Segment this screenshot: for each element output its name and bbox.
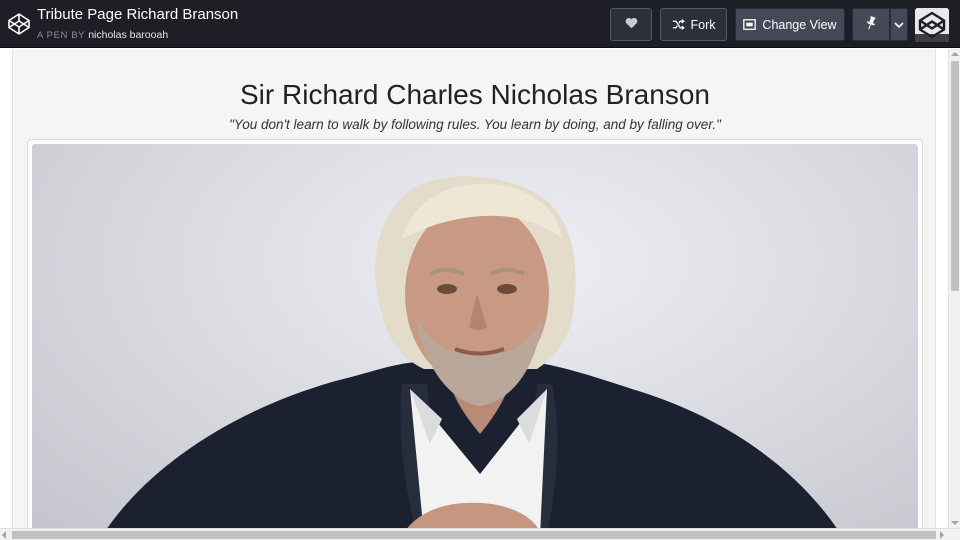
pin-menu-dropdown[interactable] bbox=[890, 8, 908, 41]
heart-icon bbox=[625, 17, 638, 32]
fork-label: Fork bbox=[690, 17, 716, 32]
pin-button[interactable] bbox=[852, 8, 890, 41]
image-thumbnail bbox=[27, 139, 923, 528]
love-button[interactable] bbox=[610, 8, 652, 41]
fork-button[interactable]: Fork bbox=[660, 8, 727, 41]
branson-portrait-image bbox=[32, 144, 918, 528]
tribute-quote: "You don't learn to walk by following ru… bbox=[229, 117, 721, 132]
fork-icon bbox=[672, 19, 685, 30]
codepen-logo-icon[interactable] bbox=[7, 12, 31, 36]
scroll-right-arrow-icon[interactable] bbox=[940, 531, 944, 539]
pen-byline: A PEN BY nicholas barooah bbox=[37, 29, 168, 41]
horizontal-scroll-thumb[interactable] bbox=[12, 531, 936, 539]
chevron-down-icon bbox=[894, 18, 904, 32]
scroll-down-arrow-icon[interactable] bbox=[951, 521, 959, 525]
scroll-left-arrow-icon[interactable] bbox=[2, 531, 6, 539]
change-view-label: Change View bbox=[762, 17, 837, 32]
scroll-up-arrow-icon[interactable] bbox=[951, 52, 959, 56]
tribute-container: Sir Richard Charles Nicholas Branson "Yo… bbox=[12, 49, 936, 528]
pen-preview: Sir Richard Charles Nicholas Branson "Yo… bbox=[0, 49, 948, 528]
page-title: Sir Richard Charles Nicholas Branson bbox=[240, 79, 710, 110]
user-avatar[interactable] bbox=[915, 8, 949, 42]
horizontal-scrollbar[interactable] bbox=[0, 528, 960, 540]
vertical-scrollbar[interactable] bbox=[948, 49, 960, 528]
vertical-scroll-thumb[interactable] bbox=[951, 61, 959, 291]
change-view-icon bbox=[743, 19, 757, 30]
pen-by-prefix: A PEN BY bbox=[37, 30, 85, 41]
codepen-header: Tribute Page Richard Branson A PEN BY ni… bbox=[0, 0, 960, 48]
pen-title[interactable]: Tribute Page Richard Branson bbox=[37, 6, 238, 23]
author-link[interactable]: nicholas barooah bbox=[88, 29, 168, 41]
change-view-button[interactable]: Change View bbox=[735, 8, 845, 41]
pin-icon bbox=[865, 16, 877, 33]
